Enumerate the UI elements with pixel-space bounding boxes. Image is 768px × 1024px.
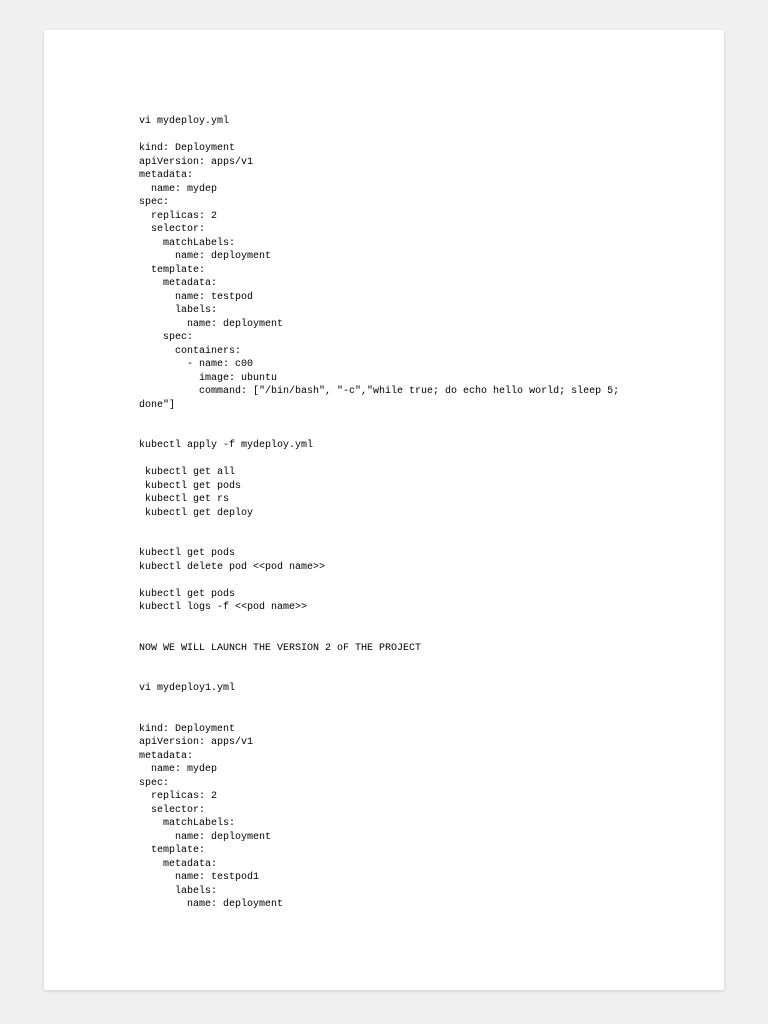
code-text: vi mydeploy.yml kind: Deployment apiVers…	[139, 115, 629, 912]
document-page: vi mydeploy.yml kind: Deployment apiVers…	[44, 30, 724, 990]
